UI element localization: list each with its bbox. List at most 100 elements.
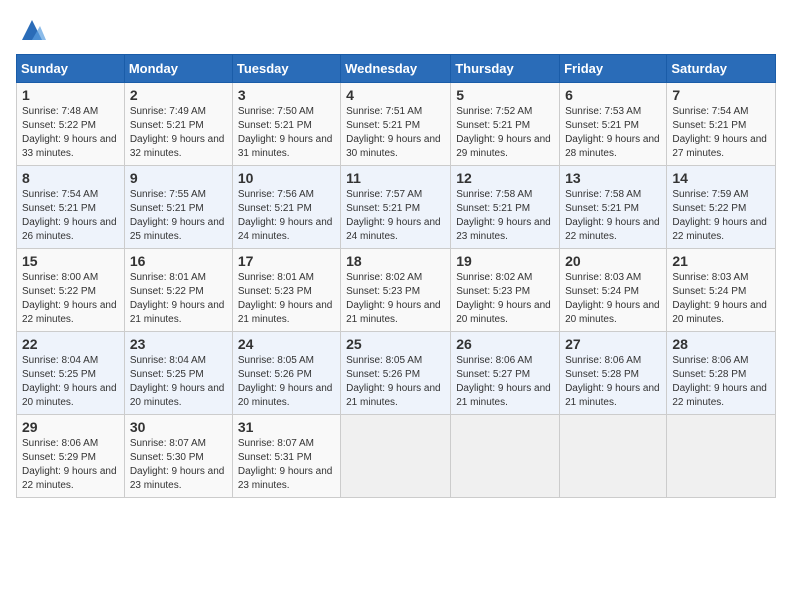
day-number: 27 [565,336,661,352]
day-number: 16 [130,253,227,269]
day-number: 12 [456,170,554,186]
day-info: Sunrise: 7:54 AM Sunset: 5:21 PM Dayligh… [672,106,767,159]
calendar-cell: 22 Sunrise: 8:04 AM Sunset: 5:25 PM Dayl… [17,332,125,415]
day-number: 28 [672,336,770,352]
calendar-header-monday: Monday [124,55,232,83]
calendar-cell: 3 Sunrise: 7:50 AM Sunset: 5:21 PM Dayli… [232,83,340,166]
day-number: 4 [346,87,445,103]
logo-icon [18,16,46,44]
day-number: 2 [130,87,227,103]
day-info: Sunrise: 8:03 AM Sunset: 5:24 PM Dayligh… [672,272,767,325]
calendar-cell: 15 Sunrise: 8:00 AM Sunset: 5:22 PM Dayl… [17,249,125,332]
calendar-header-saturday: Saturday [667,55,776,83]
calendar-cell: 5 Sunrise: 7:52 AM Sunset: 5:21 PM Dayli… [451,83,560,166]
calendar-cell: 7 Sunrise: 7:54 AM Sunset: 5:21 PM Dayli… [667,83,776,166]
calendar-table: SundayMondayTuesdayWednesdayThursdayFrid… [16,54,776,498]
day-info: Sunrise: 7:52 AM Sunset: 5:21 PM Dayligh… [456,106,551,159]
day-number: 30 [130,419,227,435]
day-info: Sunrise: 8:05 AM Sunset: 5:26 PM Dayligh… [346,355,441,408]
calendar-cell [451,415,560,498]
calendar-cell: 16 Sunrise: 8:01 AM Sunset: 5:22 PM Dayl… [124,249,232,332]
day-number: 1 [22,87,119,103]
day-info: Sunrise: 7:51 AM Sunset: 5:21 PM Dayligh… [346,106,441,159]
calendar-header-thursday: Thursday [451,55,560,83]
calendar-cell: 29 Sunrise: 8:06 AM Sunset: 5:29 PM Dayl… [17,415,125,498]
day-number: 10 [238,170,335,186]
day-number: 3 [238,87,335,103]
calendar-cell: 28 Sunrise: 8:06 AM Sunset: 5:28 PM Dayl… [667,332,776,415]
day-number: 11 [346,170,445,186]
day-number: 25 [346,336,445,352]
calendar-cell: 10 Sunrise: 7:56 AM Sunset: 5:21 PM Dayl… [232,166,340,249]
day-info: Sunrise: 8:07 AM Sunset: 5:31 PM Dayligh… [238,438,333,491]
calendar-cell: 6 Sunrise: 7:53 AM Sunset: 5:21 PM Dayli… [560,83,667,166]
calendar-cell: 12 Sunrise: 7:58 AM Sunset: 5:21 PM Dayl… [451,166,560,249]
day-info: Sunrise: 7:58 AM Sunset: 5:21 PM Dayligh… [565,189,660,242]
calendar-header-friday: Friday [560,55,667,83]
calendar-cell: 13 Sunrise: 7:58 AM Sunset: 5:21 PM Dayl… [560,166,667,249]
calendar-cell: 4 Sunrise: 7:51 AM Sunset: 5:21 PM Dayli… [341,83,451,166]
day-info: Sunrise: 8:01 AM Sunset: 5:22 PM Dayligh… [130,272,225,325]
calendar-cell: 20 Sunrise: 8:03 AM Sunset: 5:24 PM Dayl… [560,249,667,332]
calendar-cell: 1 Sunrise: 7:48 AM Sunset: 5:22 PM Dayli… [17,83,125,166]
day-info: Sunrise: 8:04 AM Sunset: 5:25 PM Dayligh… [130,355,225,408]
day-info: Sunrise: 7:50 AM Sunset: 5:21 PM Dayligh… [238,106,333,159]
calendar-cell: 9 Sunrise: 7:55 AM Sunset: 5:21 PM Dayli… [124,166,232,249]
calendar-week-row: 1 Sunrise: 7:48 AM Sunset: 5:22 PM Dayli… [17,83,776,166]
day-info: Sunrise: 7:58 AM Sunset: 5:21 PM Dayligh… [456,189,551,242]
calendar-cell: 21 Sunrise: 8:03 AM Sunset: 5:24 PM Dayl… [667,249,776,332]
calendar-cell: 18 Sunrise: 8:02 AM Sunset: 5:23 PM Dayl… [341,249,451,332]
calendar-cell [560,415,667,498]
day-number: 19 [456,253,554,269]
day-number: 31 [238,419,335,435]
calendar-cell: 25 Sunrise: 8:05 AM Sunset: 5:26 PM Dayl… [341,332,451,415]
page-header [16,16,776,44]
day-number: 15 [22,253,119,269]
day-number: 6 [565,87,661,103]
day-info: Sunrise: 7:59 AM Sunset: 5:22 PM Dayligh… [672,189,767,242]
calendar-cell: 23 Sunrise: 8:04 AM Sunset: 5:25 PM Dayl… [124,332,232,415]
day-number: 21 [672,253,770,269]
calendar-cell: 8 Sunrise: 7:54 AM Sunset: 5:21 PM Dayli… [17,166,125,249]
calendar-header-wednesday: Wednesday [341,55,451,83]
calendar-cell: 24 Sunrise: 8:05 AM Sunset: 5:26 PM Dayl… [232,332,340,415]
day-info: Sunrise: 7:48 AM Sunset: 5:22 PM Dayligh… [22,106,117,159]
day-number: 17 [238,253,335,269]
day-number: 29 [22,419,119,435]
day-info: Sunrise: 8:06 AM Sunset: 5:28 PM Dayligh… [672,355,767,408]
day-info: Sunrise: 8:06 AM Sunset: 5:27 PM Dayligh… [456,355,551,408]
day-info: Sunrise: 7:53 AM Sunset: 5:21 PM Dayligh… [565,106,660,159]
calendar-header-tuesday: Tuesday [232,55,340,83]
calendar-header-row: SundayMondayTuesdayWednesdayThursdayFrid… [17,55,776,83]
calendar-cell: 31 Sunrise: 8:07 AM Sunset: 5:31 PM Dayl… [232,415,340,498]
calendar-cell: 26 Sunrise: 8:06 AM Sunset: 5:27 PM Dayl… [451,332,560,415]
day-info: Sunrise: 8:04 AM Sunset: 5:25 PM Dayligh… [22,355,117,408]
calendar-header-sunday: Sunday [17,55,125,83]
calendar-cell: 30 Sunrise: 8:07 AM Sunset: 5:30 PM Dayl… [124,415,232,498]
day-info: Sunrise: 8:06 AM Sunset: 5:29 PM Dayligh… [22,438,117,491]
day-number: 7 [672,87,770,103]
day-number: 20 [565,253,661,269]
day-info: Sunrise: 8:00 AM Sunset: 5:22 PM Dayligh… [22,272,117,325]
calendar-cell [341,415,451,498]
day-number: 24 [238,336,335,352]
day-info: Sunrise: 7:49 AM Sunset: 5:21 PM Dayligh… [130,106,225,159]
day-info: Sunrise: 7:55 AM Sunset: 5:21 PM Dayligh… [130,189,225,242]
logo [16,16,46,44]
day-info: Sunrise: 7:54 AM Sunset: 5:21 PM Dayligh… [22,189,117,242]
calendar-cell: 11 Sunrise: 7:57 AM Sunset: 5:21 PM Dayl… [341,166,451,249]
day-number: 14 [672,170,770,186]
calendar-cell: 19 Sunrise: 8:02 AM Sunset: 5:23 PM Dayl… [451,249,560,332]
calendar-cell: 2 Sunrise: 7:49 AM Sunset: 5:21 PM Dayli… [124,83,232,166]
day-info: Sunrise: 8:02 AM Sunset: 5:23 PM Dayligh… [456,272,551,325]
calendar-week-row: 15 Sunrise: 8:00 AM Sunset: 5:22 PM Dayl… [17,249,776,332]
day-number: 13 [565,170,661,186]
calendar-cell: 27 Sunrise: 8:06 AM Sunset: 5:28 PM Dayl… [560,332,667,415]
calendar-cell [667,415,776,498]
calendar-cell: 17 Sunrise: 8:01 AM Sunset: 5:23 PM Dayl… [232,249,340,332]
day-info: Sunrise: 7:56 AM Sunset: 5:21 PM Dayligh… [238,189,333,242]
day-info: Sunrise: 8:06 AM Sunset: 5:28 PM Dayligh… [565,355,660,408]
day-number: 8 [22,170,119,186]
day-number: 5 [456,87,554,103]
calendar-week-row: 29 Sunrise: 8:06 AM Sunset: 5:29 PM Dayl… [17,415,776,498]
